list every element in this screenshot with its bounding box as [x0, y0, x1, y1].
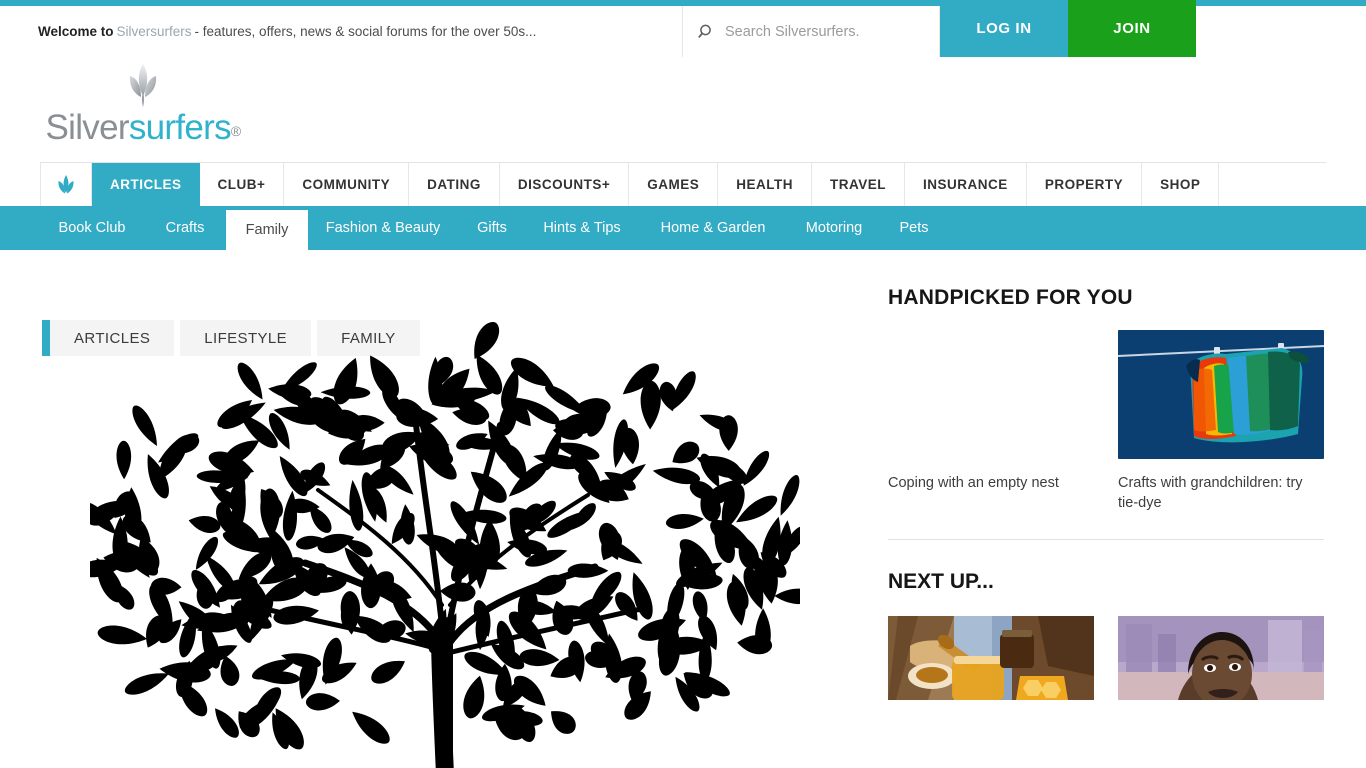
handpicked-card-1[interactable]: Coping with an empty nest — [888, 330, 1094, 513]
sub-navigation: Book Club Crafts Family Fashion & Beauty Gif… — [0, 206, 1366, 250]
site-logo[interactable]: Silversurfers® — [40, 62, 246, 158]
nav-item-articles[interactable]: ARTICLES — [92, 163, 200, 210]
handpicked-caption-1[interactable]: Coping with an empty nest — [888, 473, 1094, 493]
topbar-filler — [1196, 6, 1366, 57]
nav-item-property[interactable]: PROPERTY — [1026, 163, 1143, 210]
subnav-item-label: Gifts — [477, 220, 507, 236]
welcome-tagline: - features, offers, news & social forums… — [194, 24, 537, 39]
nav-item-label: INSURANCE — [923, 177, 1008, 192]
nav-item-label: DATING — [427, 177, 481, 192]
nav-item-shop[interactable]: SHOP — [1142, 163, 1220, 210]
nextup-card-2[interactable] — [1118, 616, 1324, 759]
nav-item-insurance[interactable]: INSURANCE — [905, 163, 1027, 210]
nextup-card-1[interactable] — [888, 616, 1094, 759]
breadcrumb-accent-bar — [42, 320, 50, 356]
subnav-item-label: Crafts — [165, 220, 205, 236]
logo-wordmark: Silversurfers® — [45, 108, 241, 151]
page-content: ARTICLES LIFESTYLE FAMILY HANDPICKED FOR… — [0, 250, 1366, 768]
nav-item-travel[interactable]: TRAVEL — [812, 163, 906, 210]
nav-item-label: DISCOUNTS+ — [517, 177, 611, 192]
subnav-item-label: Pets — [899, 220, 929, 236]
nav-item-discounts[interactable]: DISCOUNTS+ — [499, 163, 630, 210]
nav-item-label: ARTICLES — [110, 177, 182, 192]
join-button[interactable]: JOIN — [1068, 0, 1196, 57]
handpicked-heading: HANDPICKED FOR YOU — [888, 286, 1133, 309]
tie-dye-shirt-image[interactable] — [1118, 330, 1324, 459]
man-city-skyline-image[interactable] — [1118, 616, 1324, 745]
nav-item-dating[interactable]: DATING — [409, 163, 500, 210]
logo-text-silver: Silver — [45, 108, 129, 147]
handpicked-row: Coping with an empty nest Crafts with gr… — [888, 330, 1324, 513]
logo-band: Silversurfers® — [0, 57, 1366, 162]
home-feather-icon — [54, 173, 78, 197]
subnav-item-book-club[interactable]: Book Club — [40, 206, 144, 250]
subnav-item-gifts[interactable]: Gifts — [458, 206, 526, 250]
handpicked-thumb-1-placeholder — [888, 330, 1094, 459]
subnav-item-motoring[interactable]: Motoring — [788, 206, 880, 250]
welcome-message: Welcome to Silversurfers - features, off… — [0, 6, 683, 57]
nextup-heading: NEXT UP... — [888, 570, 994, 593]
search-container[interactable] — [683, 6, 940, 57]
nav-item-health[interactable]: HEALTH — [718, 163, 813, 210]
nav-item-games[interactable]: GAMES — [629, 163, 719, 210]
main-navigation: ARTICLES CLUB+ COMMUNITY DATING DISCOUNTS+ GA… — [40, 162, 1326, 210]
handpicked-card-2[interactable]: Crafts with grandchildren: try tie-dye — [1118, 330, 1324, 513]
search-input[interactable] — [725, 23, 930, 40]
subnav-item-label: Hints & Tips — [543, 220, 621, 236]
subnav-item-hints-tips[interactable]: Hints & Tips — [526, 206, 638, 250]
subnav-item-pets[interactable]: Pets — [880, 206, 948, 250]
nav-item-club[interactable]: CLUB+ — [199, 163, 285, 210]
nav-item-label: GAMES — [647, 177, 700, 192]
subnav-item-label: Family — [245, 222, 289, 238]
right-sidebar: HANDPICKED FOR YOU Coping with an empty … — [888, 250, 1324, 768]
logo-registered-mark: ® — [230, 123, 241, 139]
nav-item-label: PROPERTY — [1044, 177, 1124, 192]
nav-item-home[interactable] — [40, 163, 92, 210]
nav-item-label: SHOP — [1160, 177, 1201, 192]
top-bar: Welcome to Silversurfers - features, off… — [0, 0, 1366, 57]
sidebar-divider — [888, 539, 1324, 540]
nav-item-community[interactable]: COMMUNITY — [284, 163, 410, 210]
family-tree-image — [79, 305, 815, 768]
subnav-item-label: Book Club — [58, 220, 126, 236]
subnav-item-crafts[interactable]: Crafts — [144, 206, 226, 250]
search-icon — [697, 22, 717, 42]
logo-text-surfers: surfers — [128, 108, 232, 147]
subnav-item-label: Fashion & Beauty — [325, 220, 441, 236]
honey-jars-image[interactable] — [888, 616, 1094, 745]
silversurfers-feather-icon — [122, 62, 164, 108]
subnav-item-home-garden[interactable]: Home & Garden — [638, 206, 788, 250]
nav-item-label: CLUB+ — [217, 177, 266, 192]
subnav-item-label: Home & Garden — [660, 220, 766, 236]
handpicked-caption-2[interactable]: Crafts with grandchildren: try tie-dye — [1118, 473, 1324, 513]
nav-item-label: COMMUNITY — [302, 177, 391, 192]
nav-item-label: TRAVEL — [830, 177, 887, 192]
welcome-brand-name: Silversurfers — [116, 24, 192, 39]
welcome-bold-text: Welcome to — [38, 24, 114, 39]
subnav-left-spacer — [0, 206, 40, 250]
subnav-item-family[interactable]: Family — [226, 210, 308, 250]
nav-item-label: HEALTH — [736, 177, 794, 192]
subnav-item-label: Motoring — [805, 220, 863, 236]
login-button[interactable]: LOG IN — [940, 0, 1068, 57]
subnav-item-fashion-beauty[interactable]: Fashion & Beauty — [308, 206, 458, 250]
nextup-row — [888, 616, 1324, 759]
